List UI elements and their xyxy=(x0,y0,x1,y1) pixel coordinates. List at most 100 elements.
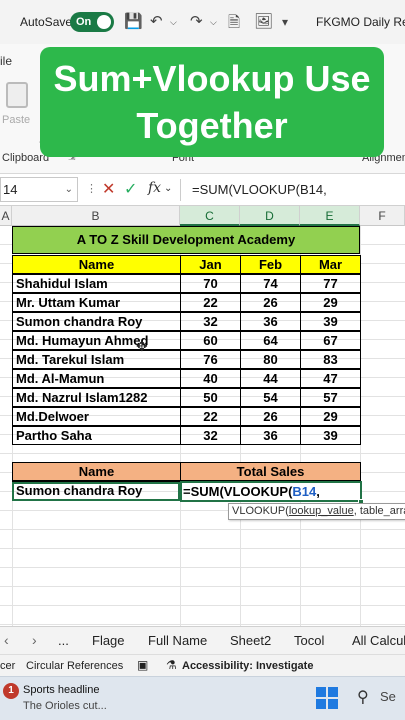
total-sales-cell[interactable]: =SUM(VLOOKUP(B14, xyxy=(180,481,362,502)
tab-tocol[interactable]: Tocol xyxy=(294,633,324,648)
row-mar-cell[interactable]: 77 xyxy=(300,274,361,293)
tab-all-calcula[interactable]: All Calcula xyxy=(352,633,405,648)
tab-full-name[interactable]: Full Name xyxy=(148,633,207,648)
row-jan-cell[interactable]: 76 xyxy=(180,350,241,369)
row-feb-cell[interactable]: 54 xyxy=(240,388,301,407)
formula-input[interactable]: =SUM(VLOOKUP(B14, xyxy=(192,182,327,197)
row-mar-cell[interactable]: 47 xyxy=(300,369,361,388)
row-name-cell[interactable]: Shahidul Islam xyxy=(12,274,181,293)
row-feb-cell[interactable]: 26 xyxy=(240,293,301,312)
cancel-icon[interactable]: ✕ xyxy=(102,179,115,199)
row-mar-cell[interactable]: 29 xyxy=(300,293,361,312)
header-name[interactable]: Name xyxy=(12,255,181,274)
more-sheets-button[interactable]: ... xyxy=(58,633,69,648)
row-feb-cell[interactable]: 44 xyxy=(240,369,301,388)
row-name-cell[interactable]: Md. Al-Mamun xyxy=(12,369,181,388)
row-jan-cell[interactable]: 32 xyxy=(180,312,241,331)
row-name-cell[interactable]: Md. Nazrul Islam1282 xyxy=(12,388,181,407)
column-header-a[interactable]: A xyxy=(0,206,12,226)
save-icon[interactable]: 💾 xyxy=(124,12,143,30)
autosave-toggle-label: On xyxy=(76,16,92,28)
circular-references[interactable]: Circular References xyxy=(26,660,123,672)
chevron-down-icon[interactable]: ⌄ xyxy=(65,178,73,201)
column-header-c[interactable]: C xyxy=(180,206,240,226)
accessibility-icon[interactable]: ⚗ xyxy=(166,658,177,672)
row-name-cell[interactable]: Mr. Uttam Kumar xyxy=(12,293,181,312)
row-mar-cell[interactable]: 29 xyxy=(300,407,361,426)
accessibility-status[interactable]: Accessibility: Investigate xyxy=(182,660,313,672)
undo-dropdown-icon[interactable]: ⌵ xyxy=(170,17,177,28)
header-feb[interactable]: Feb xyxy=(240,255,301,274)
row-feb-cell[interactable]: 36 xyxy=(240,426,301,445)
row-mar-cell[interactable]: 67 xyxy=(300,331,361,350)
formula-suffix: , xyxy=(316,484,320,499)
search-icon[interactable]: ⚲ xyxy=(357,687,369,707)
row-jan-cell[interactable]: 22 xyxy=(180,293,241,312)
row-jan-cell[interactable]: 32 xyxy=(180,426,241,445)
customize-toolbar-icon[interactable]: ▾ xyxy=(282,15,288,29)
row-mar-cell[interactable]: 57 xyxy=(300,388,361,407)
row-feb-cell[interactable]: 80 xyxy=(240,350,301,369)
row-feb-cell[interactable]: 36 xyxy=(240,312,301,331)
row-mar-cell[interactable]: 39 xyxy=(300,426,361,445)
row-name-cell[interactable]: Md. Tarekul Islam xyxy=(12,350,181,369)
column-header-f[interactable]: F xyxy=(360,206,405,226)
name-box-value: 14 xyxy=(3,182,18,197)
row-feb-cell[interactable]: 64 xyxy=(240,331,301,350)
total-sales-header[interactable]: Total Sales xyxy=(180,462,361,481)
tab-flage[interactable]: Flage xyxy=(92,633,125,648)
row-name-cell[interactable]: Sumon chandra Roy xyxy=(12,312,181,331)
name-box[interactable]: 14 ⌄ xyxy=(0,177,78,202)
paste-label[interactable]: Paste xyxy=(2,114,30,126)
table-title[interactable]: A TO Z Skill Development Academy xyxy=(12,226,360,254)
header-mar[interactable]: Mar xyxy=(300,255,361,274)
lookup-name-header[interactable]: Name xyxy=(12,462,181,481)
undo-icon[interactable]: ↶ xyxy=(150,12,163,30)
tooltip-arg: lookup_value xyxy=(288,505,354,517)
column-header-b[interactable]: B xyxy=(12,206,180,226)
chevron-down-icon[interactable]: ⌄ xyxy=(164,183,172,194)
row-mar-cell[interactable]: 39 xyxy=(300,312,361,331)
formula-reference: B14 xyxy=(292,484,317,499)
news-subtitle[interactable]: The Orioles cut... xyxy=(23,700,107,712)
row-jan-cell[interactable]: 50 xyxy=(180,388,241,407)
insert-function-icon[interactable]: fx xyxy=(148,180,161,196)
formula-prefix: =SUM(VLOOKUP( xyxy=(183,484,293,499)
excel-window: AutoSave On 💾 ↶ ⌵ ↷ ⌵ 🗎 🖼 ▾ FKGMO Daily … xyxy=(0,0,405,720)
redo-icon[interactable]: ↷ xyxy=(190,12,203,30)
row-jan-cell[interactable]: 22 xyxy=(180,407,241,426)
row-feb-cell[interactable]: 74 xyxy=(240,274,301,293)
paste-icon[interactable] xyxy=(6,82,28,108)
row-feb-cell[interactable]: 26 xyxy=(240,407,301,426)
row-mar-cell[interactable]: 83 xyxy=(300,350,361,369)
document-icon[interactable]: 🗎 xyxy=(228,12,240,37)
file-tab[interactable]: ile xyxy=(0,54,12,68)
autosave-label: AutoSave xyxy=(20,15,73,29)
tab-sheet2[interactable]: Sheet2 xyxy=(230,633,271,648)
news-title[interactable]: Sports headline xyxy=(23,684,99,696)
scroll-tabs-right-icon[interactable]: › xyxy=(32,632,37,648)
row-jan-cell[interactable]: 60 xyxy=(180,331,241,350)
column-header-e[interactable]: E xyxy=(300,206,360,226)
news-badge-icon[interactable]: 1 xyxy=(3,683,19,699)
redo-dropdown-icon[interactable]: ⌵ xyxy=(210,17,217,28)
scroll-tabs-left-icon[interactable]: ‹ xyxy=(4,632,9,648)
row-jan-cell[interactable]: 70 xyxy=(180,274,241,293)
row-name-cell[interactable]: Md.Delwoer xyxy=(12,407,181,426)
selected-range-outline xyxy=(12,482,180,501)
header-jan[interactable]: Jan xyxy=(180,255,241,274)
windows-start-icon[interactable] xyxy=(316,687,338,709)
column-header-d[interactable]: D xyxy=(240,206,300,226)
tooltip-rest: , table_arra xyxy=(353,505,405,517)
image-icon[interactable]: 🖼 xyxy=(254,12,273,30)
search-label[interactable]: Se xyxy=(380,689,396,704)
function-tooltip[interactable]: VLOOKUP(lookup_value, table_arra xyxy=(228,503,405,520)
macro-icon[interactable]: ▣ xyxy=(137,658,148,672)
row-name-cell[interactable]: Md. Humayun Ahmed xyxy=(12,331,181,350)
more-icon[interactable]: ⋮ xyxy=(86,182,97,195)
autosave-toggle[interactable]: On xyxy=(70,12,114,32)
row-name-cell[interactable]: Partho Saha xyxy=(12,426,181,445)
row-jan-cell[interactable]: 40 xyxy=(180,369,241,388)
status-mode: cer xyxy=(0,660,16,672)
enter-icon[interactable]: ✓ xyxy=(124,179,137,199)
